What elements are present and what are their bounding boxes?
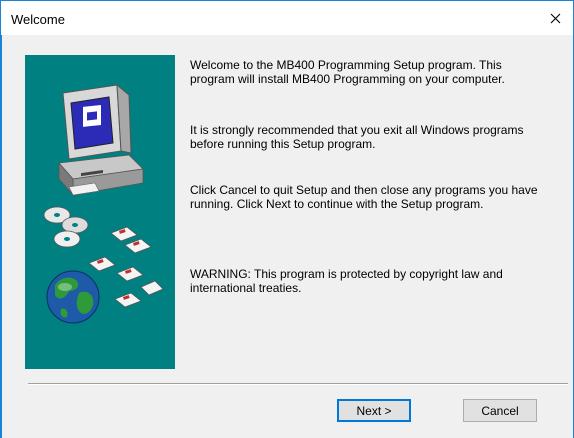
instructions-paragraph: Click Cancel to quit Setup and then clos…: [190, 183, 538, 211]
floppy-disk-icon: [88, 226, 164, 308]
globe-icon: [46, 270, 100, 324]
close-button[interactable]: [541, 5, 569, 31]
recommendation-paragraph: It is strongly recommended that you exit…: [190, 123, 524, 151]
computer-icon: [58, 83, 144, 197]
warning-paragraph: WARNING: This program is protected by co…: [190, 267, 503, 295]
cancel-button[interactable]: Cancel: [463, 399, 537, 422]
next-button[interactable]: Next >: [337, 399, 411, 422]
title-bar[interactable]: Welcome: [1, 1, 573, 35]
setup-illustration: [25, 55, 175, 369]
window-title: Welcome: [11, 12, 65, 27]
close-icon: [550, 13, 560, 23]
separator: [28, 383, 568, 385]
dialog-body: Welcome to the MB400 Programming Setup p…: [2, 35, 573, 438]
disc-icon: [43, 206, 89, 248]
illustration-svg: [43, 83, 164, 324]
intro-paragraph: Welcome to the MB400 Programming Setup p…: [190, 58, 505, 86]
